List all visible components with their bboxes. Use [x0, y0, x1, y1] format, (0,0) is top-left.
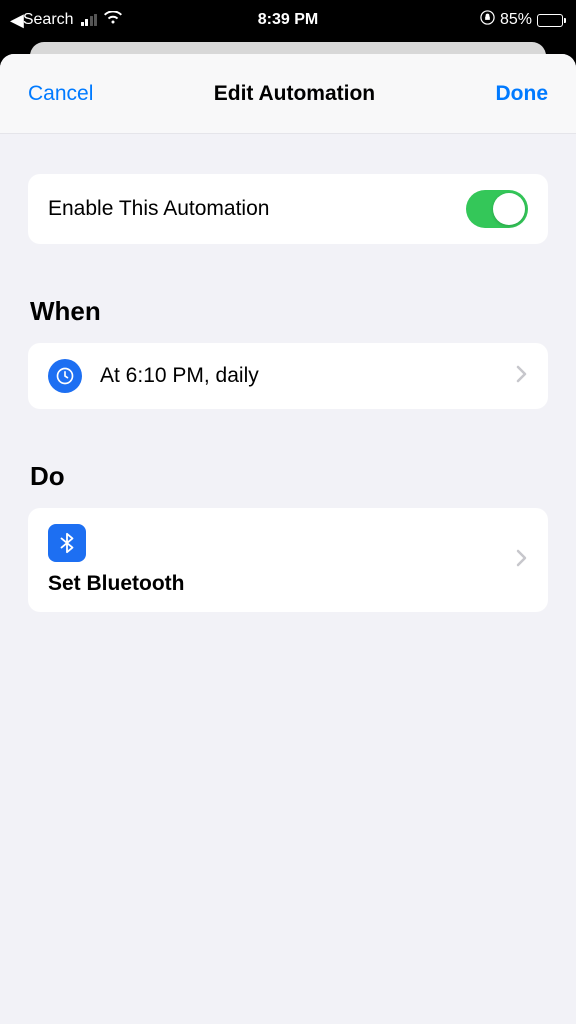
chevron-right-icon	[516, 365, 528, 388]
when-cell-group: At 6:10 PM, daily	[28, 343, 548, 409]
toggle-knob	[493, 193, 525, 225]
battery-percent-label: 85%	[500, 11, 532, 29]
cellular-signal-icon	[81, 14, 98, 26]
chevron-right-icon	[516, 549, 528, 572]
enable-label: Enable This Automation	[48, 197, 269, 221]
battery-icon	[537, 14, 566, 27]
trigger-row[interactable]: At 6:10 PM, daily	[28, 343, 548, 409]
clock-icon	[48, 359, 82, 393]
status-left: ◀ Search	[10, 10, 122, 31]
bluetooth-icon	[48, 524, 86, 562]
modal-sheet: Cancel Edit Automation Done Enable This …	[0, 54, 576, 1024]
enable-toggle[interactable]	[466, 190, 528, 228]
action-label: Set Bluetooth	[48, 572, 516, 596]
do-section-title: Do	[30, 461, 548, 492]
when-section-title: When	[30, 296, 548, 327]
back-caret-icon[interactable]: ◀	[10, 10, 24, 31]
action-row[interactable]: Set Bluetooth	[28, 508, 548, 612]
page-title: Edit Automation	[214, 82, 375, 106]
done-button[interactable]: Done	[496, 82, 549, 106]
status-bar: ◀ Search 8:39 PM 85%	[0, 0, 576, 40]
orientation-lock-icon	[480, 10, 495, 30]
status-time: 8:39 PM	[258, 11, 318, 29]
status-right: 85%	[480, 10, 566, 30]
content-area: Enable This Automation When At 6:10 PM, …	[0, 134, 576, 612]
back-app-label[interactable]: Search	[23, 11, 74, 29]
nav-header: Cancel Edit Automation Done	[0, 54, 576, 134]
do-cell-group: Set Bluetooth	[28, 508, 548, 612]
trigger-label: At 6:10 PM, daily	[100, 364, 516, 388]
enable-automation-row: Enable This Automation	[28, 174, 548, 244]
wifi-icon	[104, 11, 122, 29]
cancel-button[interactable]: Cancel	[28, 82, 93, 106]
enable-cell-group: Enable This Automation	[28, 174, 548, 244]
